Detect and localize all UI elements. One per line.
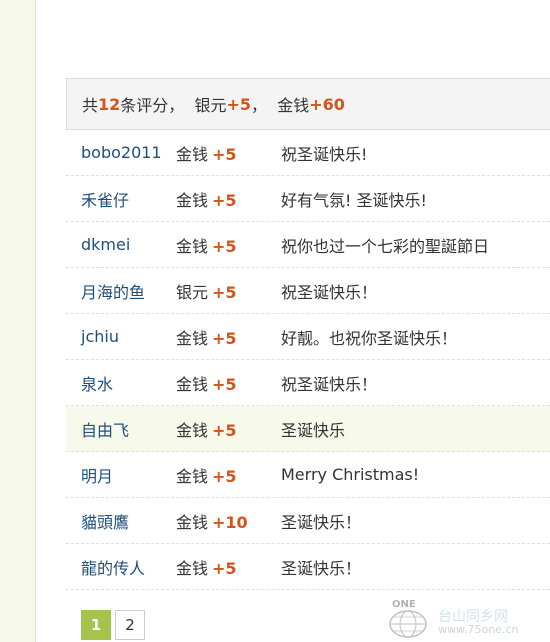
- svg-text:ONE: ONE: [392, 599, 416, 610]
- rating-reason: 圣诞快乐！: [281, 558, 362, 578]
- rater-username-link[interactable]: 龍的传人: [66, 555, 176, 579]
- points-type: 金钱: [176, 236, 209, 256]
- summary-silver: +5: [226, 94, 252, 114]
- rating-points: 金钱 +5: [176, 555, 281, 579]
- watermark-url: www.75one.cn: [438, 623, 519, 636]
- rating-row: bobo2011 金钱 +5 祝圣诞快乐!: [66, 130, 550, 176]
- rating-points: 金钱 +5: [176, 371, 281, 395]
- rating-points: 金钱 +5: [176, 417, 281, 441]
- rating-reason: 祝圣诞快乐！: [281, 282, 378, 302]
- points-type: 金钱: [176, 466, 209, 486]
- rating-row: jchiu 金钱 +5 好靓。也祝你圣诞快乐！: [66, 314, 550, 360]
- points-type: 金钱: [176, 374, 209, 394]
- rating-reason: 圣诞快乐！: [281, 512, 362, 532]
- rater-username-link[interactable]: bobo2011: [66, 143, 176, 162]
- rater-username-link[interactable]: 禾雀仔: [66, 187, 176, 211]
- rating-row: 龍的传人 金钱 +5 圣诞快乐！: [66, 544, 550, 590]
- rating-points: 金钱 +5: [176, 463, 281, 487]
- summary-mid: 条评分， 银元: [120, 96, 227, 115]
- points-amount: +5: [212, 374, 237, 394]
- rater-username-link[interactable]: 月海的鱼: [66, 279, 176, 303]
- rating-points: 金钱 +10: [176, 509, 281, 533]
- pagination: 1 2: [81, 610, 145, 640]
- points-type: 金钱: [176, 190, 209, 210]
- page-1-current[interactable]: 1: [81, 610, 111, 640]
- points-amount: +5: [212, 144, 237, 164]
- points-amount: +5: [212, 420, 237, 440]
- rating-points: 金钱 +5: [176, 141, 281, 165]
- summary-sep: ， 金钱: [251, 96, 310, 115]
- points-type: 金钱: [176, 420, 209, 440]
- rating-summary: 共 12 条评分， 银元 +5 ， 金钱 +60: [66, 78, 550, 130]
- rating-row: 貓頭鷹 金钱 +10 圣诞快乐！: [66, 498, 550, 544]
- rating-reason: 好靓。也祝你圣诞快乐！: [281, 328, 458, 348]
- rating-points: 金钱 +5: [176, 187, 281, 211]
- rating-reason: 圣诞快乐: [281, 420, 346, 440]
- points-amount: +5: [212, 558, 237, 578]
- rating-points: 金钱 +5: [176, 325, 281, 349]
- points-type: 金钱: [176, 558, 209, 578]
- rating-row-hovered: 自由飞 金钱 +5 圣诞快乐: [66, 406, 550, 452]
- points-type: 金钱: [176, 144, 209, 164]
- points-amount: +5: [212, 190, 237, 210]
- rating-panel: 共 12 条评分， 银元 +5 ， 金钱 +60 bobo2011 金钱 +5 祝…: [66, 78, 550, 598]
- points-type: 金钱: [176, 512, 209, 532]
- rating-row: 禾雀仔 金钱 +5 好有气氛! 圣诞快乐!: [66, 176, 550, 222]
- rating-points: 银元 +5: [176, 279, 281, 303]
- left-sidebar-strip: [0, 0, 36, 642]
- site-watermark: ONE 台山同乡网 www.75one.cn: [386, 596, 546, 640]
- rater-username-link[interactable]: jchiu: [66, 327, 176, 346]
- points-amount: +5: [212, 236, 237, 256]
- points-amount: +10: [212, 512, 248, 532]
- points-amount: +5: [212, 466, 237, 486]
- rater-username-link[interactable]: dkmei: [66, 235, 176, 254]
- page-2-link[interactable]: 2: [115, 610, 145, 640]
- rater-username-link[interactable]: 明月: [66, 463, 176, 487]
- rater-username-link[interactable]: 泉水: [66, 371, 176, 395]
- points-type: 银元: [176, 282, 209, 302]
- summary-gold: +60: [309, 94, 345, 114]
- rating-row: 泉水 金钱 +5 祝圣诞快乐！: [66, 360, 550, 406]
- rating-reason: 好有气氛! 圣诞快乐!: [281, 190, 427, 210]
- rater-username-link[interactable]: 貓頭鷹: [66, 509, 176, 533]
- summary-prefix: 共: [82, 96, 99, 115]
- rating-points: 金钱 +5: [176, 233, 281, 257]
- rating-reason: 祝圣诞快乐！: [281, 374, 378, 394]
- rating-row: 明月 金钱 +5 Merry Christmas!: [66, 452, 550, 498]
- rater-username-link[interactable]: 自由飞: [66, 417, 176, 441]
- rating-row: 月海的鱼 银元 +5 祝圣诞快乐！: [66, 268, 550, 314]
- points-type: 金钱: [176, 328, 209, 348]
- summary-count: 12: [98, 94, 121, 114]
- rating-reason: 祝你也过一个七彩的聖誕節日: [281, 236, 490, 256]
- rating-list: bobo2011 金钱 +5 祝圣诞快乐! 禾雀仔 金钱 +5 好有气氛! 圣诞快乐…: [66, 130, 550, 590]
- points-amount: +5: [212, 328, 237, 348]
- page-root: 共 12 条评分， 银元 +5 ， 金钱 +60 bobo2011 金钱 +5 祝…: [0, 0, 550, 642]
- rating-reason: Merry Christmas!: [281, 465, 420, 484]
- globe-logo-icon: ONE: [389, 599, 427, 638]
- points-amount: +5: [212, 282, 237, 302]
- rating-row: dkmei 金钱 +5 祝你也过一个七彩的聖誕節日: [66, 222, 550, 268]
- rating-reason: 祝圣诞快乐!: [281, 144, 368, 164]
